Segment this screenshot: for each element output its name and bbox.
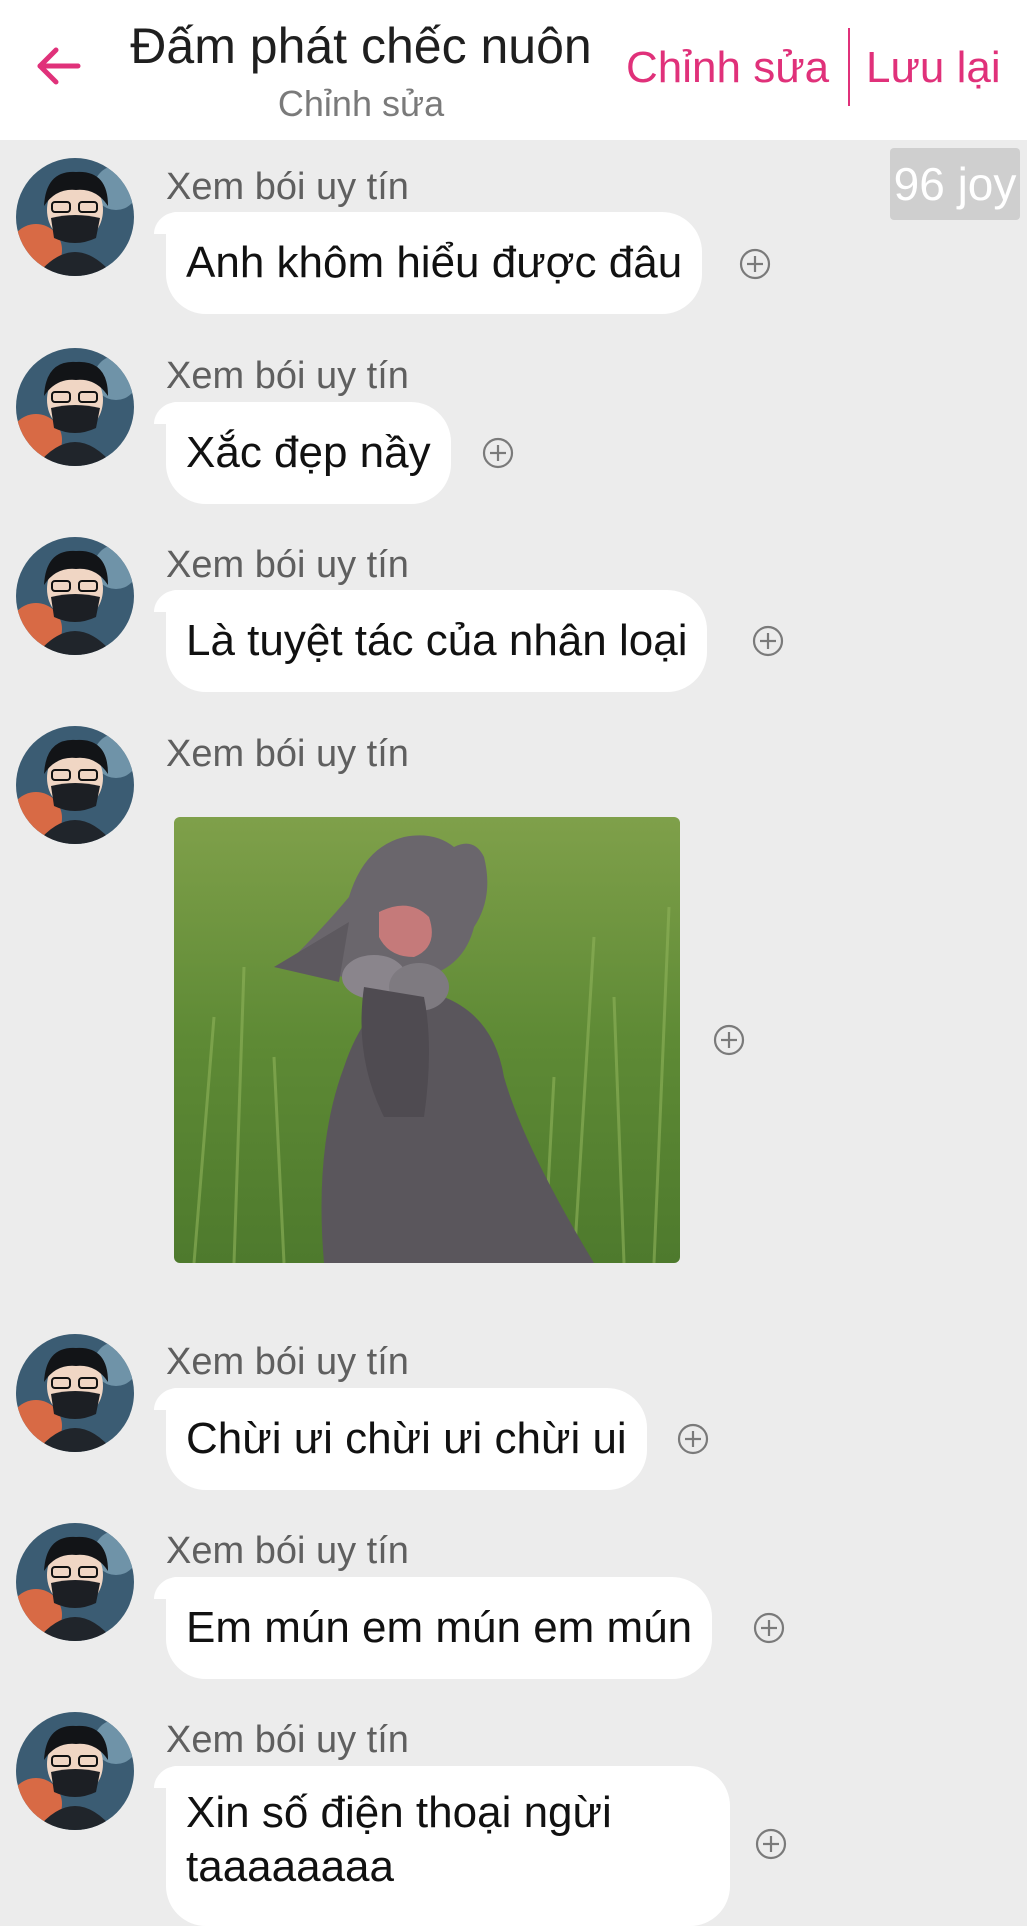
sender-name: Xem bói uy tín: [166, 544, 409, 586]
add-reaction-icon[interactable]: [751, 1610, 787, 1646]
top-bar: Đấm phát chếc nuôn Chỉnh sửa Chỉnh sửa L…: [0, 0, 1027, 140]
avatar[interactable]: [16, 348, 134, 466]
message-bubble[interactable]: Xin số điện thoại ngừi taaaaaaaa: [154, 1766, 730, 1926]
message-bubble[interactable]: Xắc đẹp nầy: [154, 402, 451, 504]
add-reaction-icon[interactable]: [675, 1421, 711, 1457]
page-subtitle: Chỉnh sửa: [277, 83, 445, 124]
avatar[interactable]: [16, 1334, 134, 1452]
edit-button[interactable]: Chỉnh sửa: [626, 42, 829, 94]
sender-name: Xem bói uy tín: [166, 733, 409, 775]
message-text-line: taaaaaaaa: [186, 1842, 394, 1891]
message-text-line: Xin số điện thoại ngừi: [186, 1788, 612, 1837]
sender-name: Xem bói uy tín: [166, 1530, 409, 1572]
message-bubble[interactable]: Em mún em mún em mún: [153, 1577, 713, 1679]
joy-counter-badge: 96 joy: [890, 148, 1020, 220]
message-bubble[interactable]: Anh khôm hiểu được đâu: [153, 212, 703, 314]
message-bubble[interactable]: Chừi ưi chừi ưi chừi ui: [154, 1388, 647, 1490]
avatar[interactable]: [16, 537, 134, 655]
avatar[interactable]: [16, 726, 134, 844]
avatar[interactable]: [16, 1712, 134, 1830]
page-title: Đấm phát chếc nuôn: [130, 18, 592, 74]
add-reaction-icon[interactable]: [753, 1826, 789, 1862]
add-reaction-icon[interactable]: [480, 435, 516, 471]
sender-name: Xem bói uy tín: [166, 1719, 409, 1761]
message-bubble[interactable]: Là tuyệt tác của nhân loại: [153, 590, 708, 692]
avatar[interactable]: [16, 1523, 134, 1641]
add-reaction-icon[interactable]: [750, 623, 786, 659]
header-divider: [848, 28, 850, 106]
add-reaction-icon[interactable]: [737, 246, 773, 282]
image-message[interactable]: [174, 817, 680, 1263]
sender-name: Xem bói uy tín: [166, 166, 409, 208]
back-button[interactable]: [30, 38, 86, 94]
save-button[interactable]: Lưu lại: [866, 42, 1001, 94]
avatar[interactable]: [16, 158, 134, 276]
cat-photo: [174, 817, 680, 1263]
arrow-left-icon: [37, 47, 81, 85]
add-reaction-icon[interactable]: [711, 1022, 747, 1058]
sender-name: Xem bói uy tín: [166, 355, 409, 397]
sender-name: Xem bói uy tín: [166, 1341, 409, 1383]
